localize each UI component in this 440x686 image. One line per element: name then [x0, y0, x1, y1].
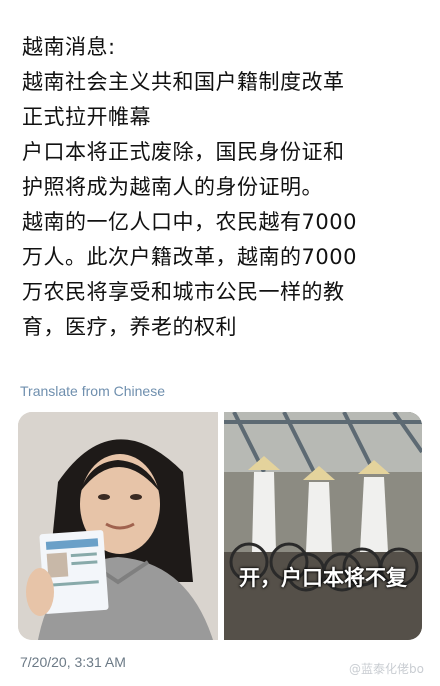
tweet-line: 越南消息:: [22, 35, 116, 59]
watermark: @蓝泰化佬bo: [349, 662, 424, 676]
tweet-text: 越南消息: 越南社会主义共和国户籍制度改革 正式拉开帷幕 户口本将正式废除，国民…: [22, 30, 422, 345]
photo-woman-with-id-card[interactable]: [18, 412, 218, 640]
media-grid: 开，户口本将不复: [18, 412, 422, 640]
tweet-line: 万人。此次户籍改革，越南的7000: [22, 245, 357, 269]
tweet-line: 正式拉开帷幕: [22, 105, 151, 129]
translate-link[interactable]: Translate from Chinese: [20, 383, 165, 399]
tweet-line: 越南社会主义共和国户籍制度改革: [22, 70, 345, 94]
tweet-line: 护照将成为越南人的身份证明。: [22, 175, 323, 199]
tweet-line: 越南的一亿人口中，农民越有7000: [22, 210, 357, 234]
photo-cyclists-ao-dai[interactable]: 开，户口本将不复: [224, 412, 422, 640]
video-subtitle: 开，户口本将不复: [239, 566, 407, 590]
timestamp[interactable]: 7/20/20, 3:31 AM: [20, 654, 126, 670]
tweet-line: 育，医疗，养老的权利: [22, 315, 237, 339]
tweet-line: 万农民将享受和城市公民一样的教: [22, 280, 345, 304]
tweet-line: 户口本将正式废除，国民身份证和: [22, 140, 345, 164]
